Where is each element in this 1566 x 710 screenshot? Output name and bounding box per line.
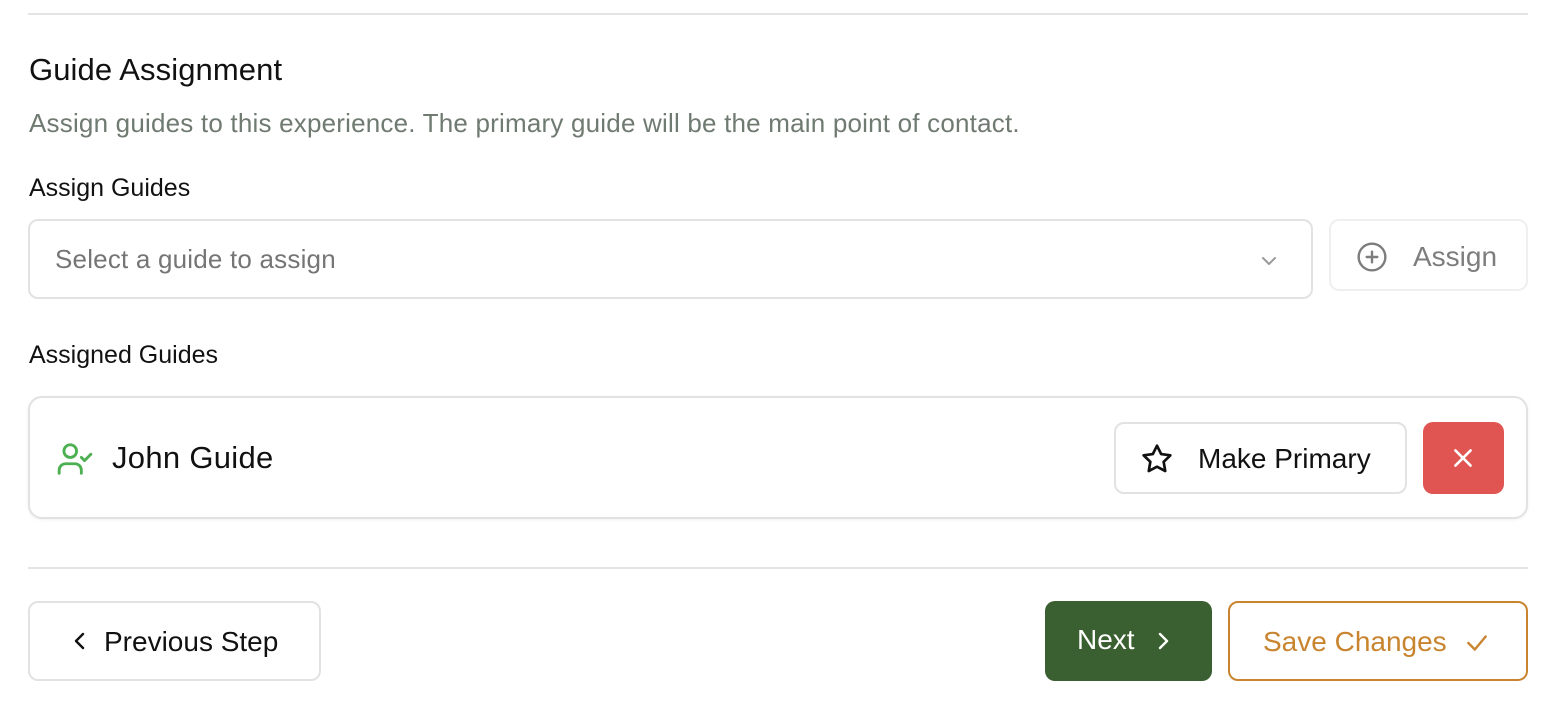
guide-assignment-page: Guide Assignment Assign guides to this e… (0, 0, 1566, 710)
bottom-divider (28, 567, 1528, 569)
assign-button[interactable]: Assign (1329, 219, 1528, 291)
section-subtitle: Assign guides to this experience. The pr… (29, 108, 1020, 138)
close-icon (1454, 449, 1472, 467)
make-primary-button[interactable]: Make Primary (1114, 422, 1407, 494)
assign-guides-label: Assign Guides (29, 174, 191, 202)
make-primary-label: Make Primary (1198, 443, 1371, 474)
chevron-right-icon (1158, 632, 1169, 650)
next-button[interactable]: Next (1045, 601, 1212, 681)
save-changes-label: Save Changes (1263, 626, 1447, 657)
assign-button-label: Assign (1413, 241, 1498, 272)
save-changes-button[interactable]: Save Changes (1228, 601, 1528, 681)
check-icon (1467, 635, 1487, 651)
guide-name: John Guide (112, 440, 274, 475)
assigned-guides-label: Assigned Guides (29, 341, 219, 369)
plus-circle-icon (1357, 242, 1387, 272)
previous-step-button[interactable]: Previous Step (28, 601, 321, 681)
section-title: Guide Assignment (29, 52, 283, 87)
guide-select[interactable]: Select a guide to assign (28, 219, 1313, 299)
guide-select-placeholder: Select a guide to assign (55, 243, 336, 274)
top-divider (28, 13, 1528, 15)
star-icon (1142, 444, 1172, 473)
remove-guide-button[interactable] (1423, 422, 1504, 494)
chevron-left-icon (74, 632, 85, 650)
next-label: Next (1077, 624, 1135, 655)
chevron-down-icon (1262, 257, 1276, 265)
previous-step-label: Previous Step (104, 626, 279, 657)
assigned-guide-card: John Guide Make Primary (28, 396, 1528, 519)
user-check-icon (57, 443, 93, 475)
